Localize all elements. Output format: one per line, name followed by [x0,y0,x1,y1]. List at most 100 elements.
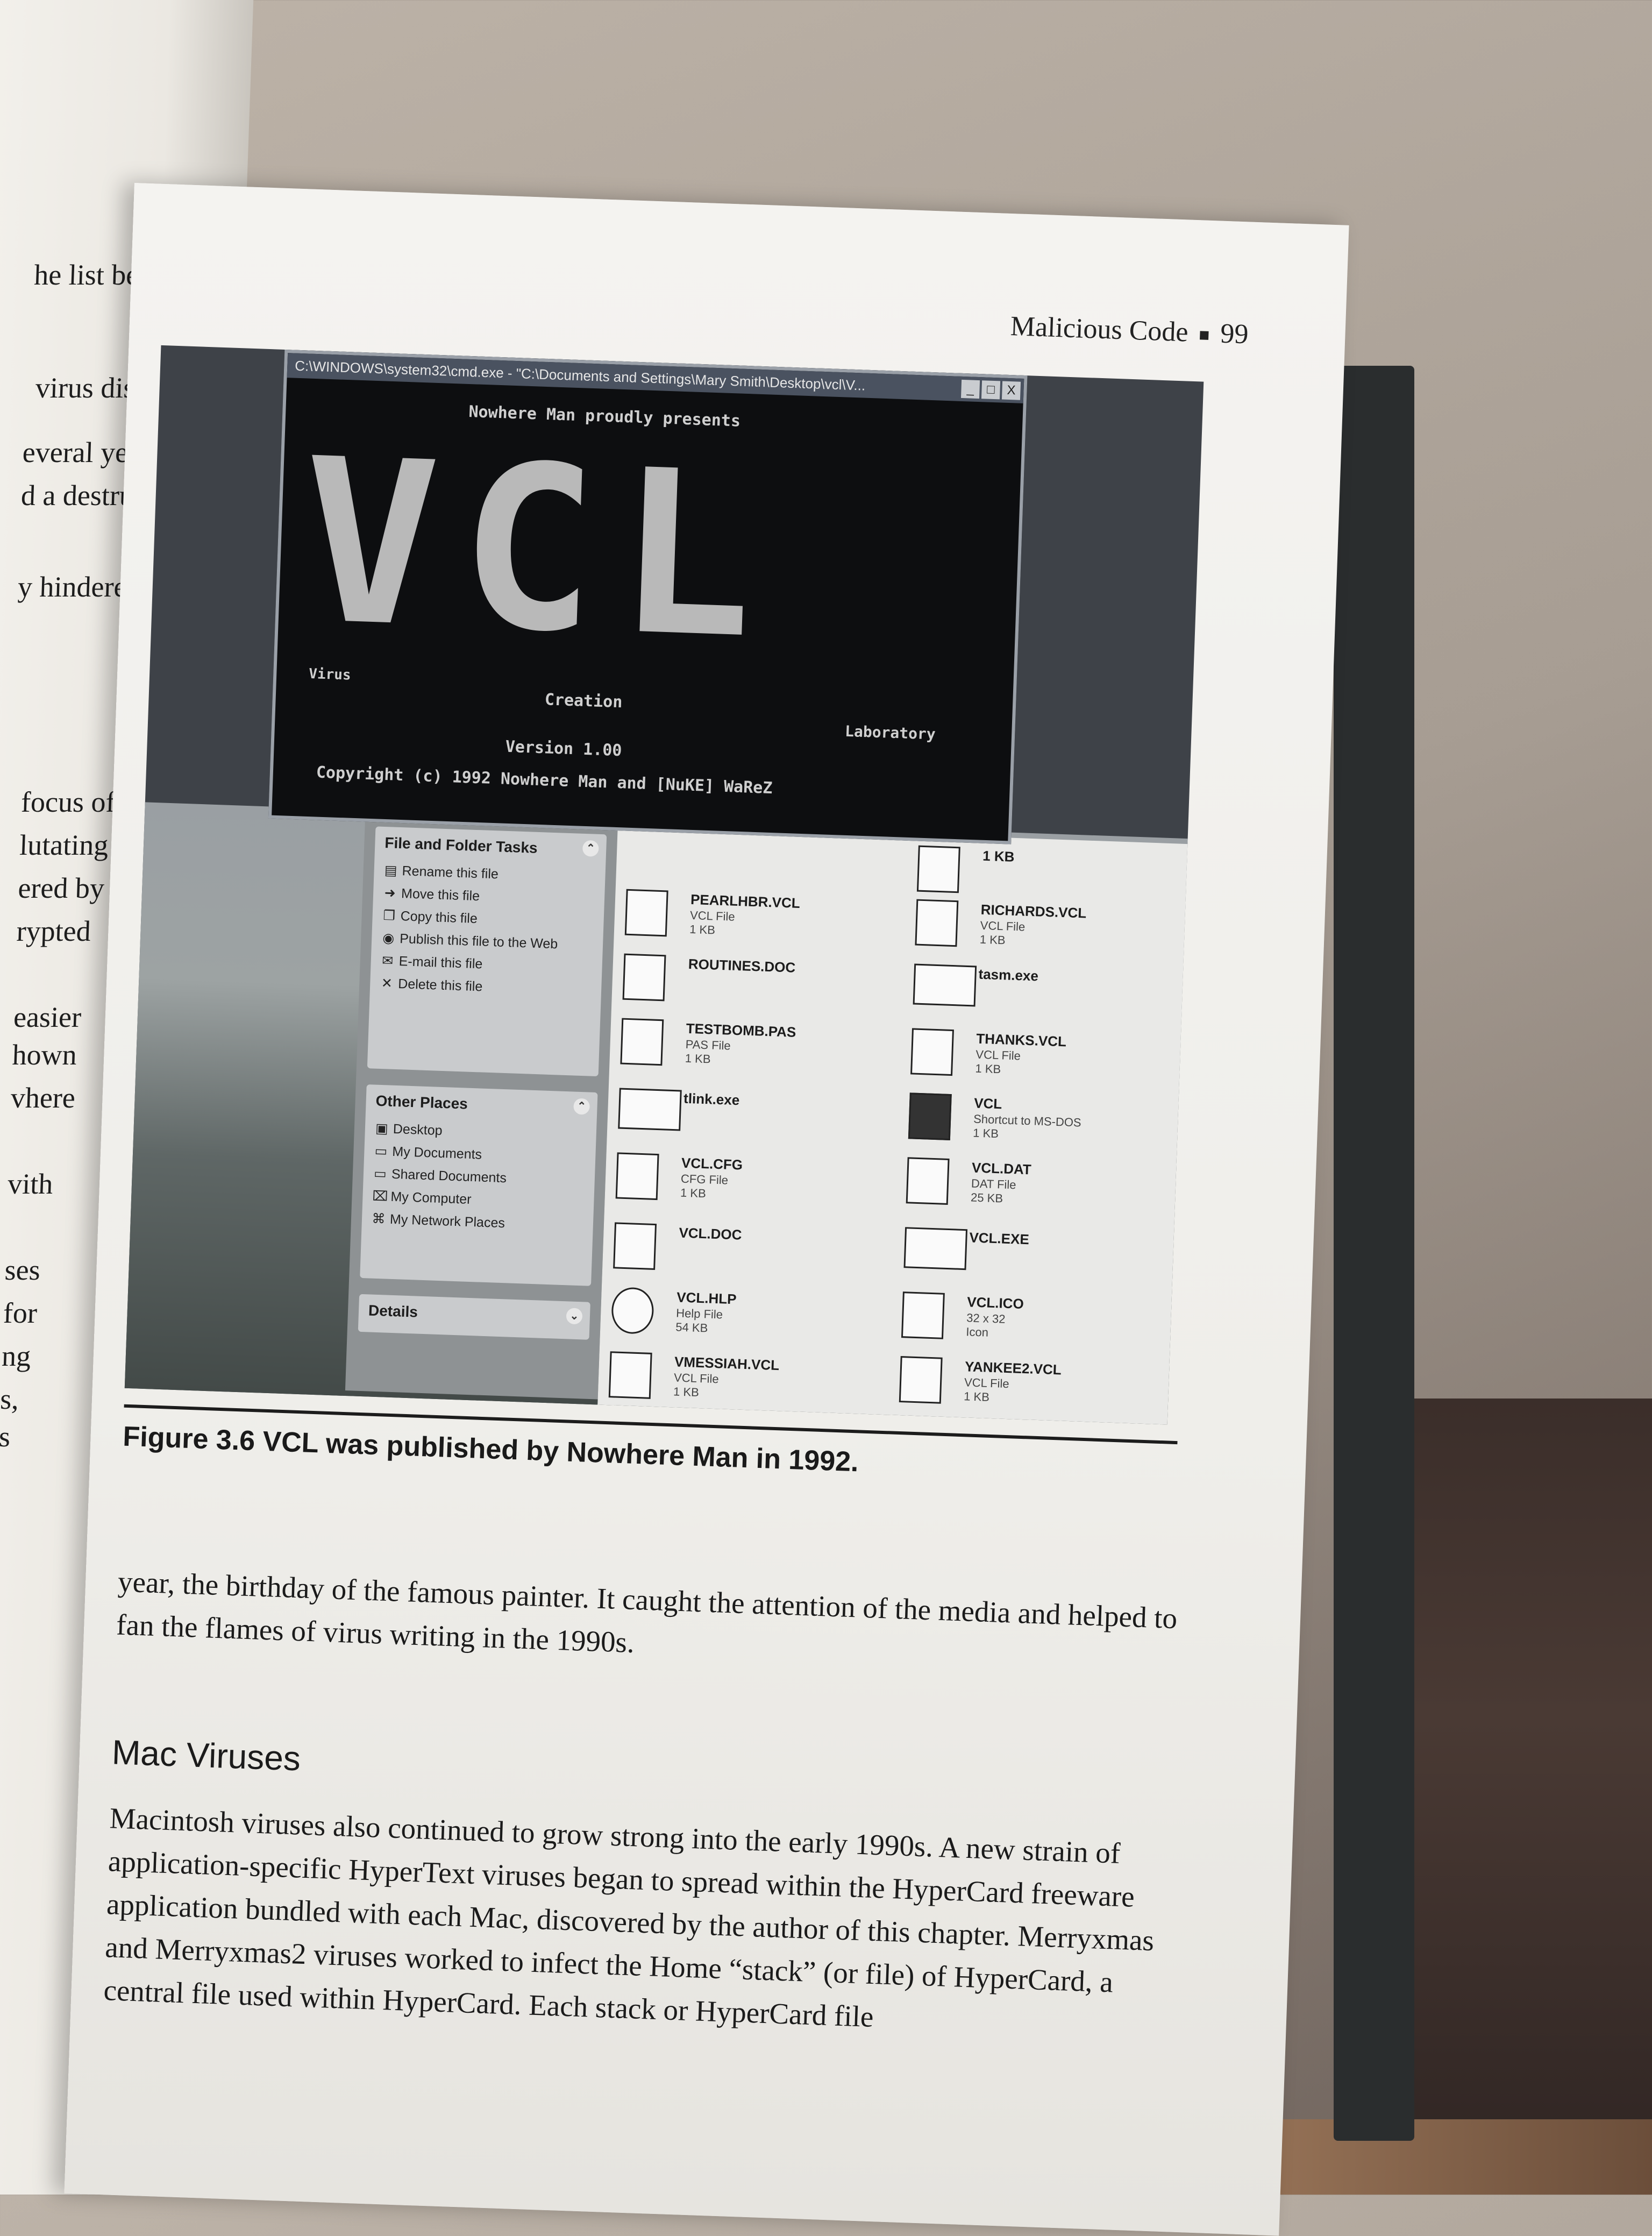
minimize-button[interactable]: _ [960,379,980,399]
file-size: 1 KB [673,1385,700,1400]
file-name: VCL.EXE [969,1229,1030,1248]
vcl-file-icon [916,845,960,893]
place-label: Desktop [393,1121,443,1139]
file-type: VCL File [975,1047,1021,1063]
window-controls: _ □ X [960,379,1021,400]
file-folder-tasks-panel: File and Folder Tasks ⌃ ▤ Rename this file… [367,826,607,1077]
panel-title: File and Folder Tasks [384,834,538,856]
left-line: vhere [10,1082,76,1114]
left-line: rypted [16,915,91,947]
file-list: PEARLHBR.VCL VCL File 1 KB ROUTINES.DOC TE… [597,824,1188,1425]
cmd-titlebar[interactable]: C:\WINDOWS\system32\cmd.exe - "C:\Docume… [287,353,1024,403]
ms-dos-icon [908,1092,952,1141]
left-line: focus of [20,786,116,818]
section-heading: Mac Viruses [111,1733,302,1778]
paragraph-1: year, the birthday of the famous painter… [116,1565,1178,1659]
expand-icon[interactable]: ⌄ [566,1308,583,1325]
file-name: THANKS.VCL [975,1030,1067,1050]
task-label: Copy this file [400,908,478,927]
file-size: 1 KB [975,1061,1001,1076]
file-type: DAT File [971,1176,1016,1192]
document-icon [613,1222,657,1270]
file-type: 32 x 32 [966,1311,1006,1326]
file-name: VCL.HLP [676,1289,737,1308]
left-line: s, [0,1383,19,1415]
header-title: Malicious Code [1009,311,1189,348]
computer-icon: ⌧ [372,1188,388,1204]
left-line: ses [4,1254,41,1286]
file-name: VCL [973,1095,1002,1112]
shared-icon: ▭ [373,1166,387,1182]
cmd-window: C:\WINDOWS\system32\cmd.exe - "C:\Docume… [268,349,1028,844]
task-label: Publish this file to the Web [399,931,558,952]
application-icon [913,963,977,1007]
vcl-ascii-logo: VCL [298,410,780,690]
file-size: 1 KB [689,922,716,937]
figure-screenshot: File and Folder Tasks ⌃ ▤ Rename this file… [124,345,1204,1425]
file-type: VCL File [964,1375,1010,1391]
vcl-file-icon [608,1351,652,1399]
file-size: 1 KB [685,1051,711,1066]
collapse-icon[interactable]: ⌃ [582,840,599,857]
background-cloth [1372,1399,1652,2195]
file-size: 25 KB [970,1190,1003,1205]
file-name: ROUTINES.DOC [688,955,796,976]
file-size: 1 KB [963,1389,990,1404]
details-panel: Details ⌄ [358,1294,590,1340]
left-line: s [0,1421,11,1453]
file-name: VCL.DOC [678,1224,742,1243]
right-page: Malicious Code 99 File and Folder Tasks ⌃ … [64,183,1349,2236]
maximize-button[interactable]: □ [981,380,1001,400]
file-size: 1 KB [972,1126,999,1141]
task-label: Delete this file [397,976,483,995]
left-line: ered by [17,872,105,904]
collapse-icon[interactable]: ⌃ [573,1098,590,1115]
move-icon: ➜ [384,885,396,901]
document-icon [622,953,666,1002]
file-type: Help File [675,1306,723,1322]
file-name: 1 KB [982,847,1015,865]
dat-file-icon [906,1157,950,1205]
file-size: 1 KB [979,932,1006,947]
left-line: easier [13,1001,82,1033]
help-icon [610,1287,654,1334]
network-icon: ⌘ [372,1211,386,1227]
place-label: My Documents [391,1144,482,1162]
close-button[interactable]: X [1001,381,1021,400]
file-size: Icon [965,1325,989,1339]
left-line: lutating [19,829,109,861]
left-line: hown [11,1039,77,1071]
cfg-file-icon [615,1152,659,1201]
rename-icon: ▤ [384,863,397,878]
panel-title: Other Places [375,1092,468,1112]
explorer-task-pane: File and Folder Tasks ⌃ ▤ Rename this file… [345,815,618,1400]
place-label: My Computer [390,1189,472,1208]
place-label: Shared Documents [391,1166,507,1186]
other-places-panel: Other Places ⌃ ▣ Desktop ▭ My Documents ▭ Sh… [360,1084,598,1286]
left-line: vith [7,1168,54,1200]
task-label: Rename this file [402,863,499,882]
left-line: for [2,1297,38,1329]
file-type: VCL File [673,1371,720,1386]
vcl-file-icon [915,899,959,947]
file-size: 1 KB [680,1186,707,1201]
pas-file-icon [620,1018,664,1066]
vcl-file-icon [899,1356,943,1404]
virus-word: Virus [308,665,352,684]
application-icon [903,1227,968,1270]
vcl-file-icon [624,889,668,937]
copy-icon: ❐ [383,907,396,924]
left-line: ng [1,1340,32,1372]
panel-header[interactable]: Details ⌄ [358,1294,590,1334]
task-label: E-mail this file [398,954,483,972]
book-cover [1334,366,1414,2141]
file-name: tasm.exe [978,966,1039,984]
file-name: VCL.CFG [681,1154,743,1173]
task-label: Move this file [401,886,480,904]
file-type: CFG File [680,1172,729,1187]
creation-word: Creation [544,690,623,712]
vcl-file-icon [910,1028,954,1076]
file-name: VCL.DAT [971,1159,1032,1178]
documents-icon: ▭ [374,1143,388,1159]
file-name: VCL.ICO [966,1294,1024,1312]
